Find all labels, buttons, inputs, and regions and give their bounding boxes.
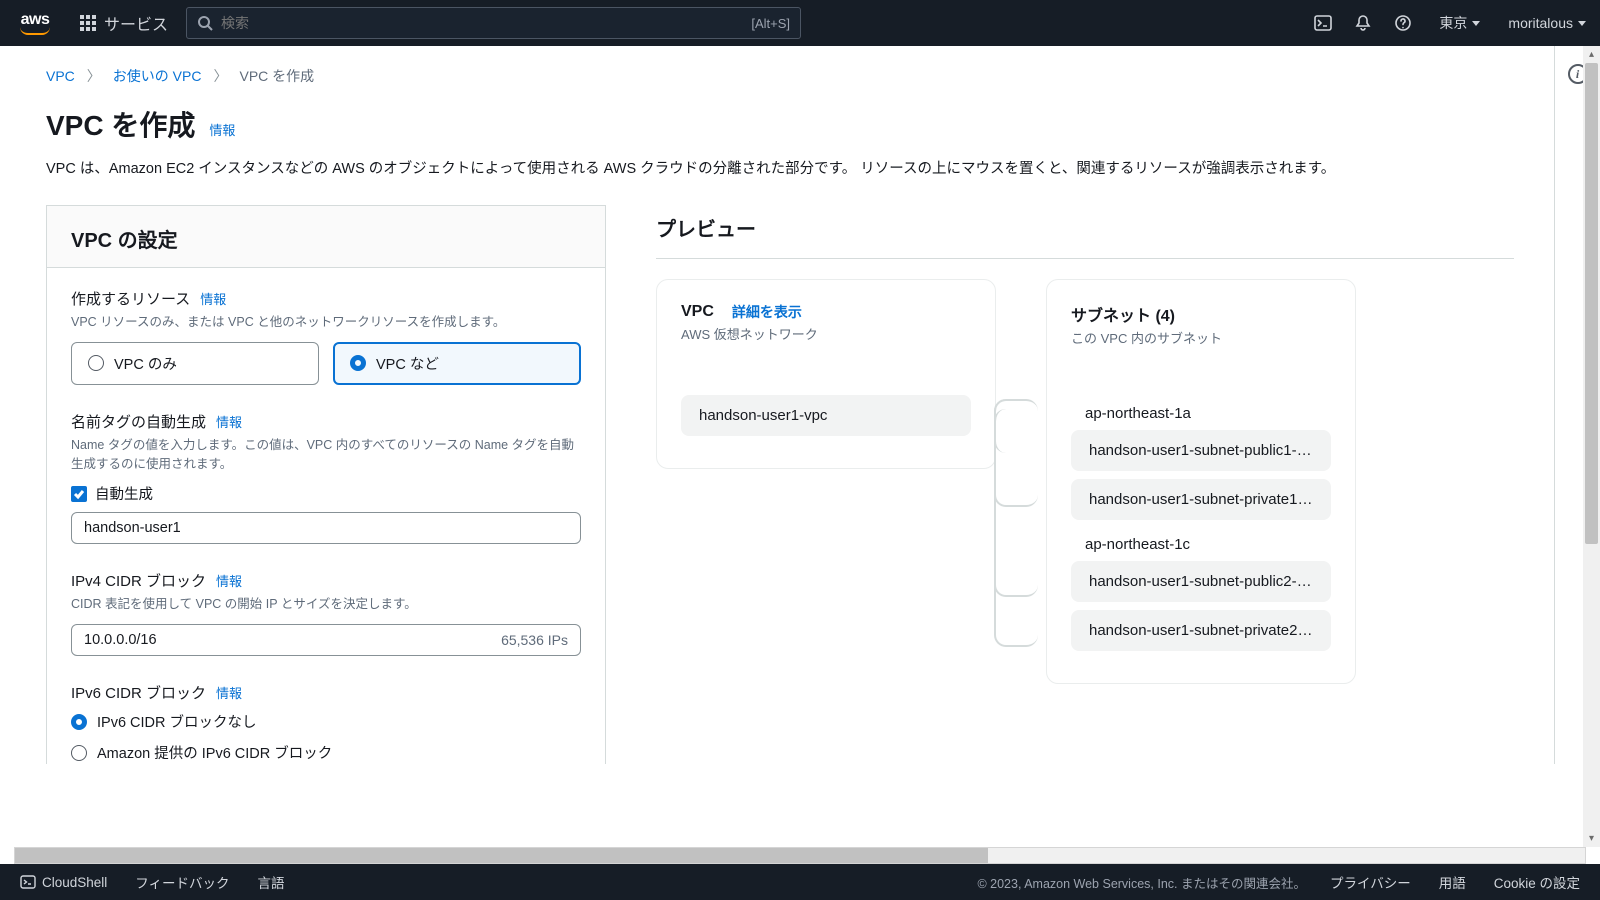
vpc-settings-panel: VPC の設定 作成するリソース 情報 VPC リソースのみ、または VPC と…	[46, 205, 606, 764]
language-selector[interactable]: 言語	[258, 872, 285, 892]
vertical-scrollbar[interactable]: ▴ ▾	[1583, 46, 1600, 847]
preview-vpc-sub: AWS 仮想ネットワーク	[681, 324, 971, 343]
chevron-right-icon: 〉	[213, 66, 227, 86]
radio-ipv6-none-label: IPv6 CIDR ブロックなし	[97, 711, 257, 732]
panel-heading: VPC の設定	[71, 224, 581, 253]
preview-vpc-card: VPC 詳細を表示 AWS 仮想ネットワーク handson-user1-vpc	[656, 279, 996, 469]
scrollbar-thumb[interactable]	[15, 848, 988, 863]
az-label: ap-northeast-1c	[1085, 536, 1331, 553]
region-selector[interactable]: 東京	[1425, 13, 1494, 33]
auto-generate-label: 自動生成	[95, 483, 153, 504]
aws-logo[interactable]: aws	[20, 11, 50, 35]
auto-generate-checkbox[interactable]	[71, 486, 87, 502]
top-navbar: aws サービス [Alt+S] 東京 moritalous	[0, 0, 1600, 46]
subnet-node[interactable]: handson-user1-subnet-public2-ap-	[1071, 561, 1331, 602]
caret-down-icon	[1578, 21, 1586, 26]
subnet-node[interactable]: handson-user1-subnet-private2-ap-	[1071, 610, 1331, 651]
radio-vpc-and-more-label: VPC など	[376, 353, 439, 374]
radio-icon	[71, 745, 87, 761]
preview-column: プレビュー VPC 詳細を表示 AWS 仮想ネットワーク handson-use…	[656, 205, 1514, 700]
scroll-down-arrow[interactable]: ▾	[1583, 830, 1600, 847]
preview-subnets-title: サブネット (4)	[1071, 302, 1175, 326]
preview-vpc-title: VPC	[681, 303, 714, 321]
chevron-right-icon: 〉	[87, 66, 101, 86]
radio-icon	[71, 714, 87, 730]
field-ipv6-cidr: IPv6 CIDR ブロック 情報 IPv6 CIDR ブロックなし Amazo…	[71, 682, 581, 763]
terms-link[interactable]: 用語	[1439, 872, 1466, 892]
nametag-input[interactable]	[71, 512, 581, 544]
ipv4-desc: CIDR 表記を使用して VPC の開始 IP とサイズを決定します。	[71, 595, 581, 614]
page-title: VPC を作成	[46, 104, 195, 144]
services-label: サービス	[104, 11, 168, 35]
resources-info-link[interactable]: 情報	[200, 289, 226, 308]
region-label: 東京	[1439, 13, 1467, 33]
cloudshell-button[interactable]: CloudShell	[20, 874, 107, 890]
radio-ipv6-amazon-label: Amazon 提供の IPv6 CIDR ブロック	[97, 742, 332, 763]
search-icon	[197, 15, 213, 31]
field-resources: 作成するリソース 情報 VPC リソースのみ、または VPC と他のネットワーク…	[71, 288, 581, 385]
search-hotkey: [Alt+S]	[751, 16, 790, 31]
footer-bar: CloudShell フィードバック 言語 © 2023, Amazon Web…	[0, 864, 1600, 900]
notifications-icon[interactable]	[1345, 5, 1381, 41]
page-info-link[interactable]: 情報	[209, 120, 235, 139]
grid-icon	[80, 15, 96, 31]
account-menu[interactable]: moritalous	[1494, 15, 1600, 31]
preview-heading: プレビュー	[656, 213, 1514, 259]
horizontal-scrollbar[interactable]	[14, 847, 1586, 864]
preview-vpc-detail-link[interactable]: 詳細を表示	[732, 302, 802, 322]
ipv4-info-link[interactable]: 情報	[216, 571, 242, 590]
resources-desc: VPC リソースのみ、または VPC と他のネットワークリソースを作成します。	[71, 313, 581, 332]
ipv4-cidr-input[interactable]	[84, 632, 501, 648]
breadcrumb: VPC 〉 お使いの VPC 〉 VPC を作成	[46, 66, 1514, 86]
help-icon[interactable]	[1385, 5, 1421, 41]
preview-subnets-sub: この VPC 内のサブネット	[1071, 328, 1331, 347]
field-nametag: 名前タグの自動生成 情報 Name タグの値を入力します。この値は、VPC 内の…	[71, 411, 581, 545]
terminal-icon	[20, 874, 36, 890]
subnet-node[interactable]: handson-user1-subnet-public1-ap-	[1071, 430, 1331, 471]
radio-vpc-and-more[interactable]: VPC など	[333, 342, 581, 385]
radio-ipv6-amazon[interactable]: Amazon 提供の IPv6 CIDR ブロック	[71, 742, 581, 763]
nametag-desc: Name タグの値を入力します。この値は、VPC 内のすべてのリソースの Nam…	[71, 436, 581, 474]
page-description: VPC は、Amazon EC2 インスタンスなどの AWS のオブジェクトによ…	[46, 158, 1514, 181]
footer-legal: © 2023, Amazon Web Services, Inc. またはその関…	[977, 873, 1306, 892]
ipv4-ip-count: 65,536 IPs	[501, 632, 568, 648]
search-input[interactable]	[221, 15, 751, 31]
feedback-link[interactable]: フィードバック	[135, 872, 229, 892]
scroll-up-arrow[interactable]: ▴	[1583, 46, 1600, 63]
ipv4-cidr-input-wrap: 65,536 IPs	[71, 624, 581, 656]
nametag-label: 名前タグの自動生成	[71, 411, 206, 432]
global-search[interactable]: [Alt+S]	[186, 7, 801, 39]
cloudshell-icon[interactable]	[1305, 5, 1341, 41]
az-label: ap-northeast-1a	[1085, 405, 1331, 422]
ipv4-label: IPv4 CIDR ブロック	[71, 570, 206, 591]
cookie-settings-link[interactable]: Cookie の設定	[1494, 872, 1580, 892]
radio-ipv6-none[interactable]: IPv6 CIDR ブロックなし	[71, 711, 581, 732]
services-menu-button[interactable]: サービス	[80, 11, 168, 35]
caret-down-icon	[1472, 21, 1480, 26]
radio-vpc-only[interactable]: VPC のみ	[71, 342, 319, 385]
field-ipv4-cidr: IPv4 CIDR ブロック 情報 CIDR 表記を使用して VPC の開始 I…	[71, 570, 581, 656]
user-label: moritalous	[1508, 15, 1573, 31]
ipv6-info-link[interactable]: 情報	[216, 683, 242, 702]
main-content: VPC 〉 お使いの VPC 〉 VPC を作成 VPC を作成 情報 VPC …	[0, 46, 1554, 764]
breadcrumb-current: VPC を作成	[239, 66, 314, 86]
radio-icon	[88, 355, 104, 371]
breadcrumb-vpc[interactable]: VPC	[46, 68, 75, 84]
breadcrumb-your-vpcs[interactable]: お使いの VPC	[113, 66, 202, 86]
privacy-link[interactable]: プライバシー	[1330, 872, 1411, 892]
radio-icon	[350, 355, 366, 371]
ipv6-label: IPv6 CIDR ブロック	[71, 682, 206, 703]
subnet-node[interactable]: handson-user1-subnet-private1-ap-	[1071, 479, 1331, 520]
cloudshell-label: CloudShell	[42, 875, 107, 890]
radio-vpc-only-label: VPC のみ	[114, 353, 177, 374]
preview-vpc-node[interactable]: handson-user1-vpc	[681, 395, 971, 436]
preview-subnets-card: サブネット (4) この VPC 内のサブネット ap-northeast-1a…	[1046, 279, 1356, 684]
resources-label: 作成するリソース	[71, 288, 190, 309]
scrollbar-thumb[interactable]	[1585, 63, 1598, 544]
nametag-info-link[interactable]: 情報	[216, 412, 242, 431]
